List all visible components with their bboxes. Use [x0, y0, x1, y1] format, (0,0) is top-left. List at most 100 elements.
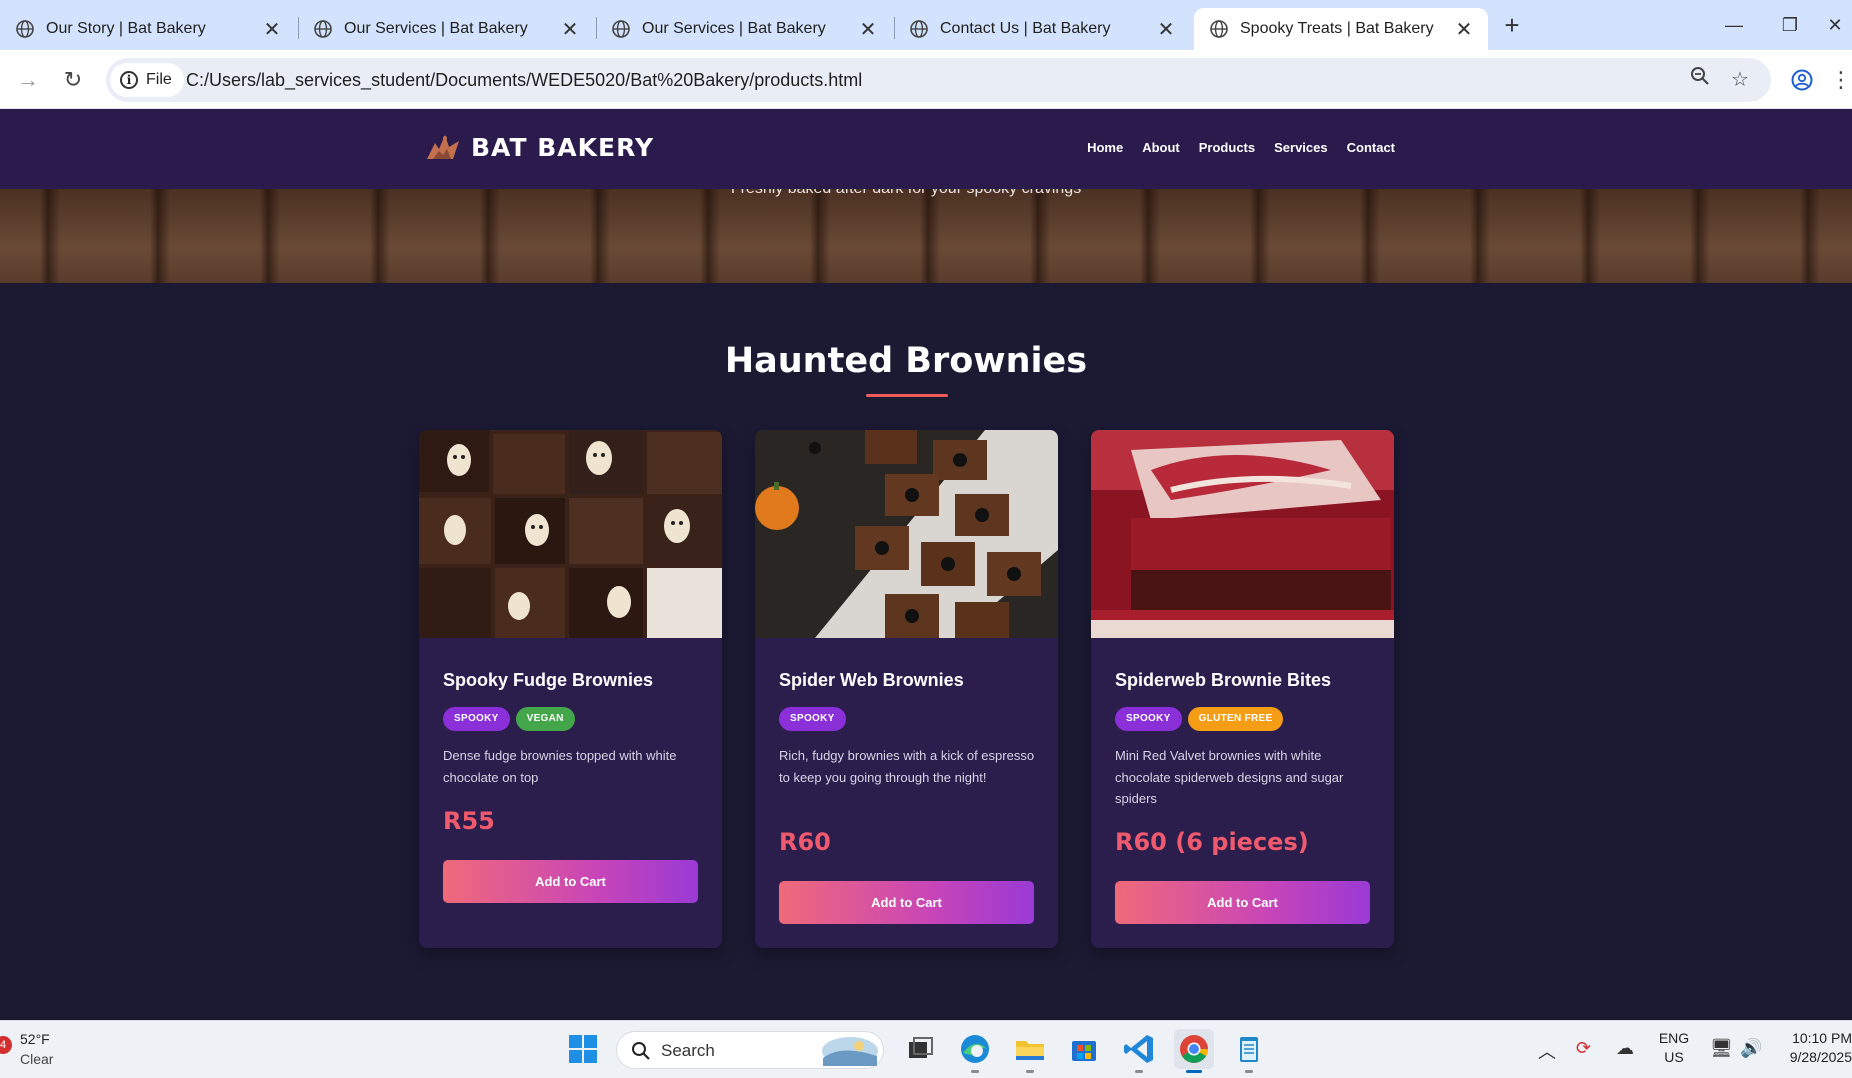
browser-tab[interactable]: Contact Us | Bat Bakery ✕ — [894, 8, 1190, 50]
language-code: ENG — [1658, 1030, 1690, 1046]
profile-icon[interactable] — [1784, 62, 1820, 98]
tab-title: Contact Us | Bat Bakery — [940, 20, 1111, 37]
product-name: Spiderweb Brownie Bites — [1115, 670, 1332, 690]
nav-about[interactable]: About — [1142, 140, 1180, 155]
close-tab-icon[interactable]: ✕ — [1156, 17, 1176, 42]
site-info-label: File — [146, 71, 172, 88]
nav-services[interactable]: Services — [1274, 140, 1328, 155]
tag-badge: SPOOKY — [443, 707, 510, 731]
network-icon[interactable]: 🖥 — [1710, 1038, 1733, 1059]
bookmark-star-icon[interactable]: ☆ — [1724, 64, 1756, 96]
browser-tab[interactable]: Our Story | Bat Bakery ✕ — [0, 8, 296, 50]
cloud-offline-icon[interactable]: ☁ — [1616, 1038, 1634, 1059]
add-to-cart-button[interactable]: Add to Cart — [443, 860, 698, 903]
title-underline — [866, 394, 948, 397]
globe-icon — [16, 20, 34, 38]
product-card: Spiderweb Brownie Bites SPOOKY GLUTEN FR… — [1091, 430, 1394, 948]
notification-badge: 4 — [0, 1036, 12, 1054]
notepad-icon[interactable] — [1229, 1029, 1269, 1073]
close-tab-icon[interactable]: ✕ — [262, 17, 282, 42]
add-to-cart-button[interactable]: Add to Cart — [779, 881, 1034, 924]
main-nav: Home About Products Services Contact — [1087, 140, 1395, 155]
browser-toolbar: → ↻ i File C:/Users/lab_services_student… — [0, 50, 1852, 109]
search-icon — [632, 1042, 650, 1060]
nav-home[interactable]: Home — [1087, 140, 1123, 155]
tab-title: Our Story | Bat Bakery — [46, 20, 206, 37]
forward-icon[interactable]: → — [10, 62, 46, 98]
nav-contact[interactable]: Contact — [1347, 140, 1395, 155]
sync-icon[interactable]: ⟳ — [1576, 1038, 1591, 1059]
brand-name: BAT BAKERY — [471, 132, 655, 162]
product-card: Spider Web Brownies SPOOKY Rich, fudgy b… — [755, 430, 1058, 948]
product-card: Spooky Fudge Brownies SPOOKY VEGAN Dense… — [419, 430, 722, 948]
globe-icon — [314, 20, 332, 38]
ghost-brownies-image — [419, 430, 722, 638]
chrome-browser-icon[interactable] — [1174, 1029, 1214, 1073]
clock-date: 9/28/2025 — [1789, 1049, 1852, 1065]
product-name: Spider Web Brownies — [779, 670, 964, 690]
product-price: R55 — [443, 807, 495, 835]
globe-icon — [1210, 20, 1228, 38]
weather-condition: Clear — [20, 1051, 54, 1067]
info-icon: i — [120, 71, 138, 89]
product-name: Spooky Fudge Brownies — [443, 670, 654, 690]
chevron-up-icon[interactable]: ︿ — [1538, 1038, 1556, 1064]
windows-start-icon[interactable] — [563, 1029, 603, 1069]
search-label: Search — [661, 1041, 715, 1060]
tag-badge: SPOOKY — [1115, 707, 1182, 731]
minimize-icon[interactable]: — — [1706, 8, 1762, 42]
browser-tab-active[interactable]: Spooky Treats | Bat Bakery ✕ — [1194, 8, 1488, 50]
product-description: Mini Red Valvet brownies with white choc… — [1115, 748, 1344, 806]
product-price: R60 (6 pieces) — [1115, 828, 1309, 856]
volume-icon[interactable]: 🔊 — [1740, 1038, 1762, 1059]
zoom-icon[interactable] — [1684, 64, 1716, 96]
language-indicator[interactable]: ENG US — [1657, 1029, 1691, 1067]
reload-icon[interactable]: ↻ — [55, 62, 91, 98]
edge-browser-icon[interactable] — [955, 1029, 995, 1073]
search-highlight-icon — [822, 1037, 878, 1066]
url-text[interactable]: C:/Users/lab_services_student/Documents/… — [186, 58, 862, 102]
address-bar[interactable]: i File C:/Users/lab_services_student/Doc… — [106, 58, 1771, 102]
brand-logo-link[interactable]: BAT BAKERY — [425, 129, 654, 165]
red-velvet-brownie-image — [1091, 430, 1394, 638]
add-to-cart-button[interactable]: Add to Cart — [1115, 881, 1370, 924]
tab-title: Spooky Treats | Bat Bakery — [1240, 20, 1434, 37]
spider-brownies-image — [755, 430, 1058, 638]
browser-tab[interactable]: Our Services | Bat Bakery ✕ — [298, 8, 594, 50]
product-description: Rich, fudgy brownies with a kick of espr… — [779, 748, 1035, 785]
close-tab-icon[interactable]: ✕ — [560, 17, 580, 42]
browser-tab-bar: Our Story | Bat Bakery ✕ Our Services | … — [0, 0, 1852, 50]
browser-tab[interactable]: Our Services | Bat Bakery ✕ — [596, 8, 892, 50]
tab-title: Our Services | Bat Bakery — [344, 20, 528, 37]
web-page: Freshly baked after dark for your spooky… — [0, 109, 1852, 1020]
close-window-icon[interactable]: ✕ — [1818, 8, 1852, 42]
menu-kebab-icon[interactable]: ⋮ — [1830, 62, 1852, 98]
new-tab-button[interactable]: + — [1498, 11, 1526, 39]
product-tags: SPOOKY — [779, 707, 846, 731]
task-view-icon[interactable] — [900, 1029, 940, 1069]
site-info-chip[interactable]: i File — [110, 63, 184, 97]
tab-title: Our Services | Bat Bakery — [642, 20, 826, 37]
bat-logo-icon — [427, 135, 459, 159]
weather-temp: 52°F — [20, 1031, 50, 1047]
product-price: R60 — [779, 828, 831, 856]
product-tags: SPOOKY VEGAN — [443, 707, 575, 731]
site-navbar: BAT BAKERY Home About Products Services … — [0, 109, 1852, 189]
windows-taskbar: 4 52°F Clear Search ︿ ⟳ ☁ ENG US 🖥 🔊 10:… — [0, 1020, 1852, 1078]
clock-time: 10:10 PM — [1792, 1030, 1852, 1046]
close-tab-icon[interactable]: ✕ — [858, 17, 878, 42]
product-tags: SPOOKY GLUTEN FREE — [1115, 707, 1284, 731]
microsoft-store-icon[interactable] — [1064, 1029, 1104, 1069]
clock[interactable]: 10:10 PM 9/28/2025 — [1776, 1029, 1852, 1067]
section-title: Haunted Brownies — [724, 341, 1088, 381]
close-tab-icon[interactable]: ✕ — [1454, 17, 1474, 42]
vscode-icon[interactable] — [1119, 1029, 1159, 1073]
restore-icon[interactable]: ❐ — [1762, 8, 1818, 42]
globe-icon — [612, 20, 630, 38]
globe-icon — [910, 20, 928, 38]
product-description: Dense fudge brownies topped with white c… — [443, 748, 677, 785]
taskbar-search[interactable]: Search — [616, 1031, 884, 1069]
nav-products[interactable]: Products — [1199, 140, 1255, 155]
tag-badge: GLUTEN FREE — [1187, 707, 1284, 731]
file-explorer-icon[interactable] — [1010, 1029, 1050, 1073]
